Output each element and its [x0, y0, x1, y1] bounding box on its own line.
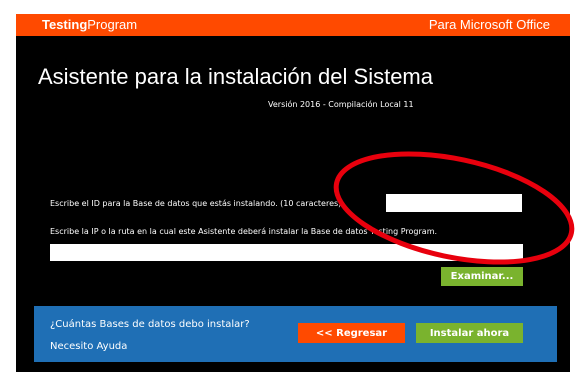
brand-name-light: Program: [87, 17, 138, 32]
top-bar: TestingProgram Para Microsoft Office: [16, 14, 570, 36]
database-path-input[interactable]: [50, 244, 523, 261]
database-id-input[interactable]: [386, 194, 522, 212]
footer-bar: ¿Cuántas Bases de datos debo instalar? N…: [34, 306, 557, 362]
install-now-button[interactable]: Instalar ahora: [416, 323, 523, 343]
version-text: Versión 2016 - Compilación Local 11: [268, 100, 414, 109]
how-many-databases-link[interactable]: ¿Cuántas Bases de datos debo instalar?: [50, 319, 250, 330]
path-field-label: Escribe la IP o la ruta en la cual este …: [50, 227, 438, 236]
product-name: Para Microsoft Office: [428, 17, 550, 32]
page-title: Asistente para la instalación del Sistem…: [38, 64, 433, 89]
need-help-link[interactable]: Necesito Ayuda: [50, 341, 127, 352]
brand-logo: TestingProgram: [42, 17, 137, 32]
installer-window: TestingProgram Para Microsoft Office Asi…: [16, 14, 570, 372]
brand-name-bold: Testing: [42, 17, 88, 32]
back-button[interactable]: << Regresar: [298, 323, 405, 343]
browse-button[interactable]: Examinar...: [441, 267, 523, 286]
id-field-label: Escribe el ID para la Base de datos que …: [50, 199, 342, 208]
